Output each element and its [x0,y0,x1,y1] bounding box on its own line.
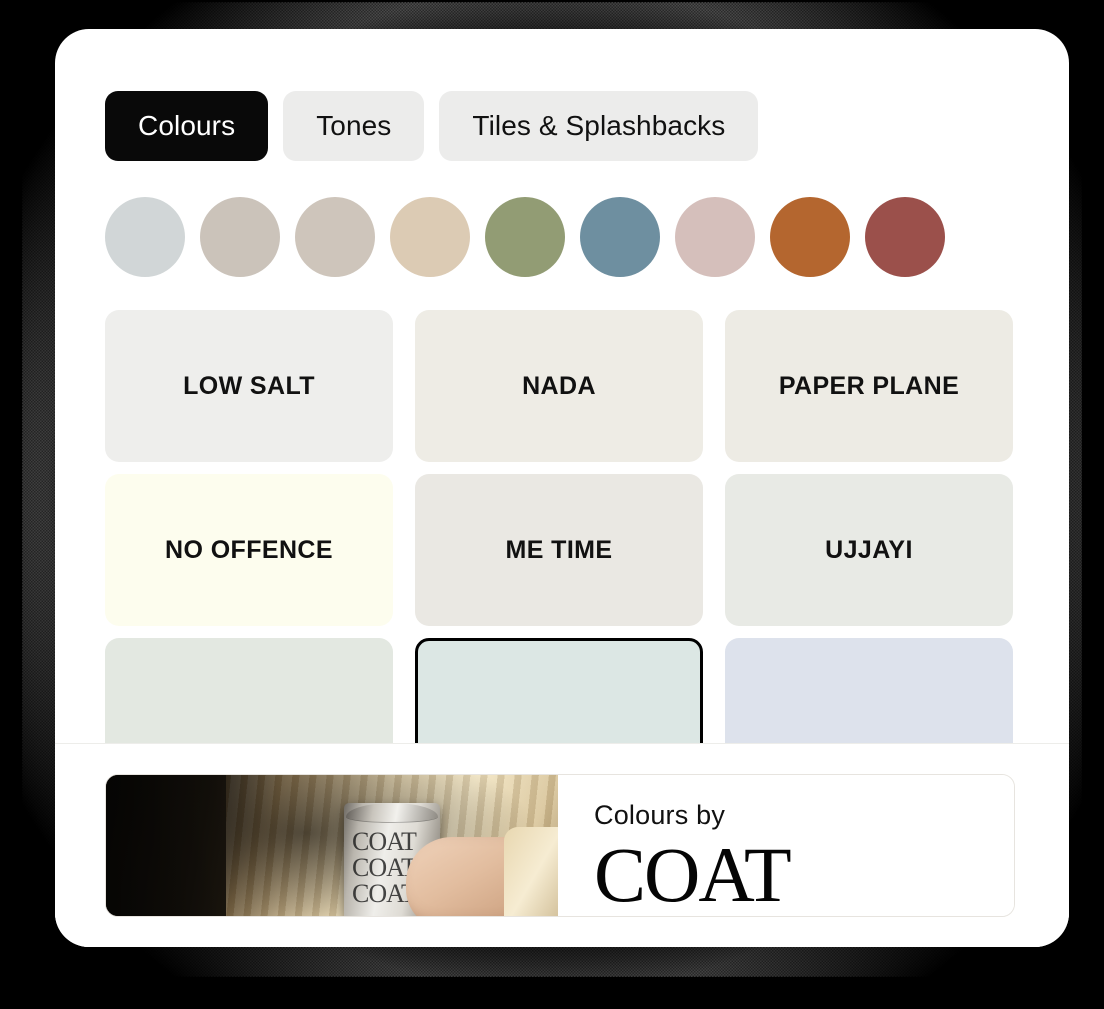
swatch-pale-blue-grey[interactable] [105,197,185,277]
tab-tiles-splashbacks[interactable]: Tiles & Splashbacks [439,91,759,161]
swatch-dusty-pink[interactable] [675,197,755,277]
colour-card-label: LOW SALT [183,371,315,400]
colour-card-label: NO OFFENCE [165,535,333,564]
colour-card[interactable] [725,638,1013,743]
screen-background: Colours Tones Tiles & Splashbacks LOW SALT… [0,0,1104,1009]
swatch-greige[interactable] [295,197,375,277]
swatch-sage-green[interactable] [485,197,565,277]
colour-card-me-time[interactable]: ME TIME [415,474,703,626]
colour-card[interactable] [105,638,393,743]
colour-card-label: PAPER PLANE [778,371,960,400]
colour-family-swatch-strip [55,161,1069,277]
swatch-warm-taupe[interactable] [200,197,280,277]
colour-card-paper-plane[interactable]: PAPER PLANE [725,310,1013,462]
colour-card-low-salt[interactable]: LOW SALT [105,310,393,462]
colour-card-nada[interactable]: NADA [415,310,703,462]
colour-card-label: NADA [522,371,596,400]
colour-picker-panel: Colours Tones Tiles & Splashbacks LOW SALT… [55,29,1069,947]
swatch-brick-red[interactable] [865,197,945,277]
footer: COATCOATCOAT Colours by COAT [55,743,1069,947]
colour-card-no-offence[interactable]: NO OFFENCE [105,474,393,626]
category-tab-bar: Colours Tones Tiles & Splashbacks [55,29,1069,161]
colour-card-grid: LOW SALT NADA PAPER PLANE NO OFFENCE ME TIME… [55,277,1069,743]
colour-card-label: UJJAYI [825,535,913,564]
coat-logo: COAT [594,831,792,917]
colour-scroll-area[interactable]: Colours Tones Tiles & Splashbacks LOW SALT… [55,29,1069,743]
tab-colours[interactable]: Colours [105,91,269,161]
brand-text-block: Colours by COAT [558,775,1014,916]
colour-card-ujjayi[interactable]: UJJAYI [725,474,1013,626]
swatch-burnt-orange[interactable] [770,197,850,277]
colour-card[interactable] [415,638,703,743]
swatch-sand-beige[interactable] [390,197,470,277]
brand-banner[interactable]: COATCOATCOAT Colours by COAT [105,774,1015,917]
tab-tones[interactable]: Tones [283,91,425,161]
brand-tagline: Colours by [594,800,726,830]
swatch-steel-blue[interactable] [580,197,660,277]
brand-photo: COATCOATCOAT [106,775,558,916]
colour-card-label: ME TIME [505,535,613,564]
